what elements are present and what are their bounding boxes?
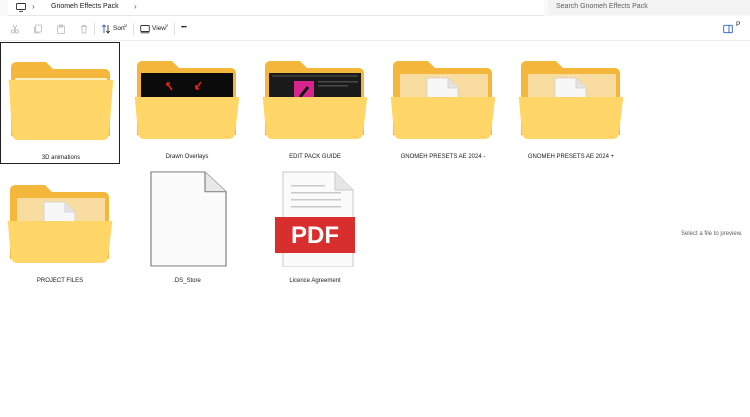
file-item-drawn-overlays[interactable]: Drawn Overlays	[127, 42, 247, 164]
chevron-down-icon[interactable]: ˅	[124, 24, 128, 30]
more-options-button[interactable]: •••	[181, 24, 187, 31]
file-label: Licence Agreement	[289, 278, 341, 284]
view-button[interactable]: View	[152, 25, 166, 32]
preview-pane-button[interactable]: P	[736, 21, 740, 28]
preview-pane: Select a file to preview.	[665, 41, 750, 417]
breadcrumb-separator[interactable]: ›	[32, 2, 35, 11]
breadcrumb-current-folder[interactable]: Gnomeh Effects Pack	[51, 3, 119, 10]
file-label: GNOMEH PRESETS AE 2024 +	[527, 154, 615, 160]
folder-icon	[8, 62, 114, 140]
file-label: .DS_Store	[173, 278, 201, 284]
breadcrumb-separator[interactable]: ›	[134, 2, 137, 11]
search-input[interactable]: Search Gnomeh Effects Pack	[556, 3, 648, 10]
file-item-licence-agreement[interactable]: PDF Licence Agreement	[255, 166, 375, 288]
toolbar-divider	[174, 23, 175, 35]
chevron-down-icon[interactable]: ˅	[165, 24, 169, 30]
folder-with-document-icon	[518, 61, 624, 139]
command-bar: Sort ˅ View ˅ •••	[0, 18, 750, 41]
toolbar-divider	[133, 23, 134, 35]
folder-with-preview-icon	[262, 61, 368, 139]
preview-message: Select a file to preview.	[681, 231, 743, 237]
address-bar-region: › Gnomeh Effects Pack › Search Gnomeh Ef…	[0, 0, 750, 16]
view-icon[interactable]	[140, 24, 150, 34]
folder-with-preview-icon	[134, 61, 240, 139]
file-label: EDIT PACK GUIDE	[289, 154, 341, 160]
file-item-project-files[interactable]: PROJECT FILES	[0, 166, 120, 288]
pdf-badge-text: PDF	[291, 222, 339, 249]
pdf-file-icon: PDF	[275, 171, 355, 267]
file-label: PROJECT FILES	[36, 278, 84, 284]
file-grid: 3D animations Drawn Overlays EDIT PACK G…	[0, 41, 665, 417]
file-item-gnomeh-presets-plus[interactable]: GNOMEH PRESETS AE 2024 +	[511, 42, 631, 164]
copy-icon[interactable]	[33, 24, 43, 34]
file-item-3d-animations[interactable]: 3D animations	[0, 42, 120, 164]
search-box[interactable]: Search Gnomeh Effects Pack	[548, 0, 750, 15]
details-pane-icon[interactable]	[723, 24, 733, 34]
file-label: 3D animations	[41, 155, 81, 161]
folder-with-document-icon	[390, 61, 496, 139]
paste-icon[interactable]	[56, 24, 66, 34]
cut-icon[interactable]	[10, 24, 20, 34]
computer-icon[interactable]	[16, 3, 26, 12]
file-item-edit-pack-guide[interactable]: EDIT PACK GUIDE	[255, 42, 375, 164]
generic-file-icon	[150, 171, 227, 267]
file-item-ds-store[interactable]: .DS_Store	[127, 166, 247, 288]
sort-icon[interactable]	[101, 24, 111, 34]
delete-icon[interactable]	[79, 24, 89, 34]
file-label: Drawn Overlays	[165, 154, 209, 160]
toolbar-divider	[94, 23, 95, 35]
address-bar[interactable]: › Gnomeh Effects Pack ›	[8, 0, 544, 16]
file-item-gnomeh-presets-minus[interactable]: GNOMEH PRESETS AE 2024 -	[383, 42, 503, 164]
file-label: GNOMEH PRESETS AE 2024 -	[400, 154, 486, 160]
folder-with-document-icon	[7, 185, 113, 263]
